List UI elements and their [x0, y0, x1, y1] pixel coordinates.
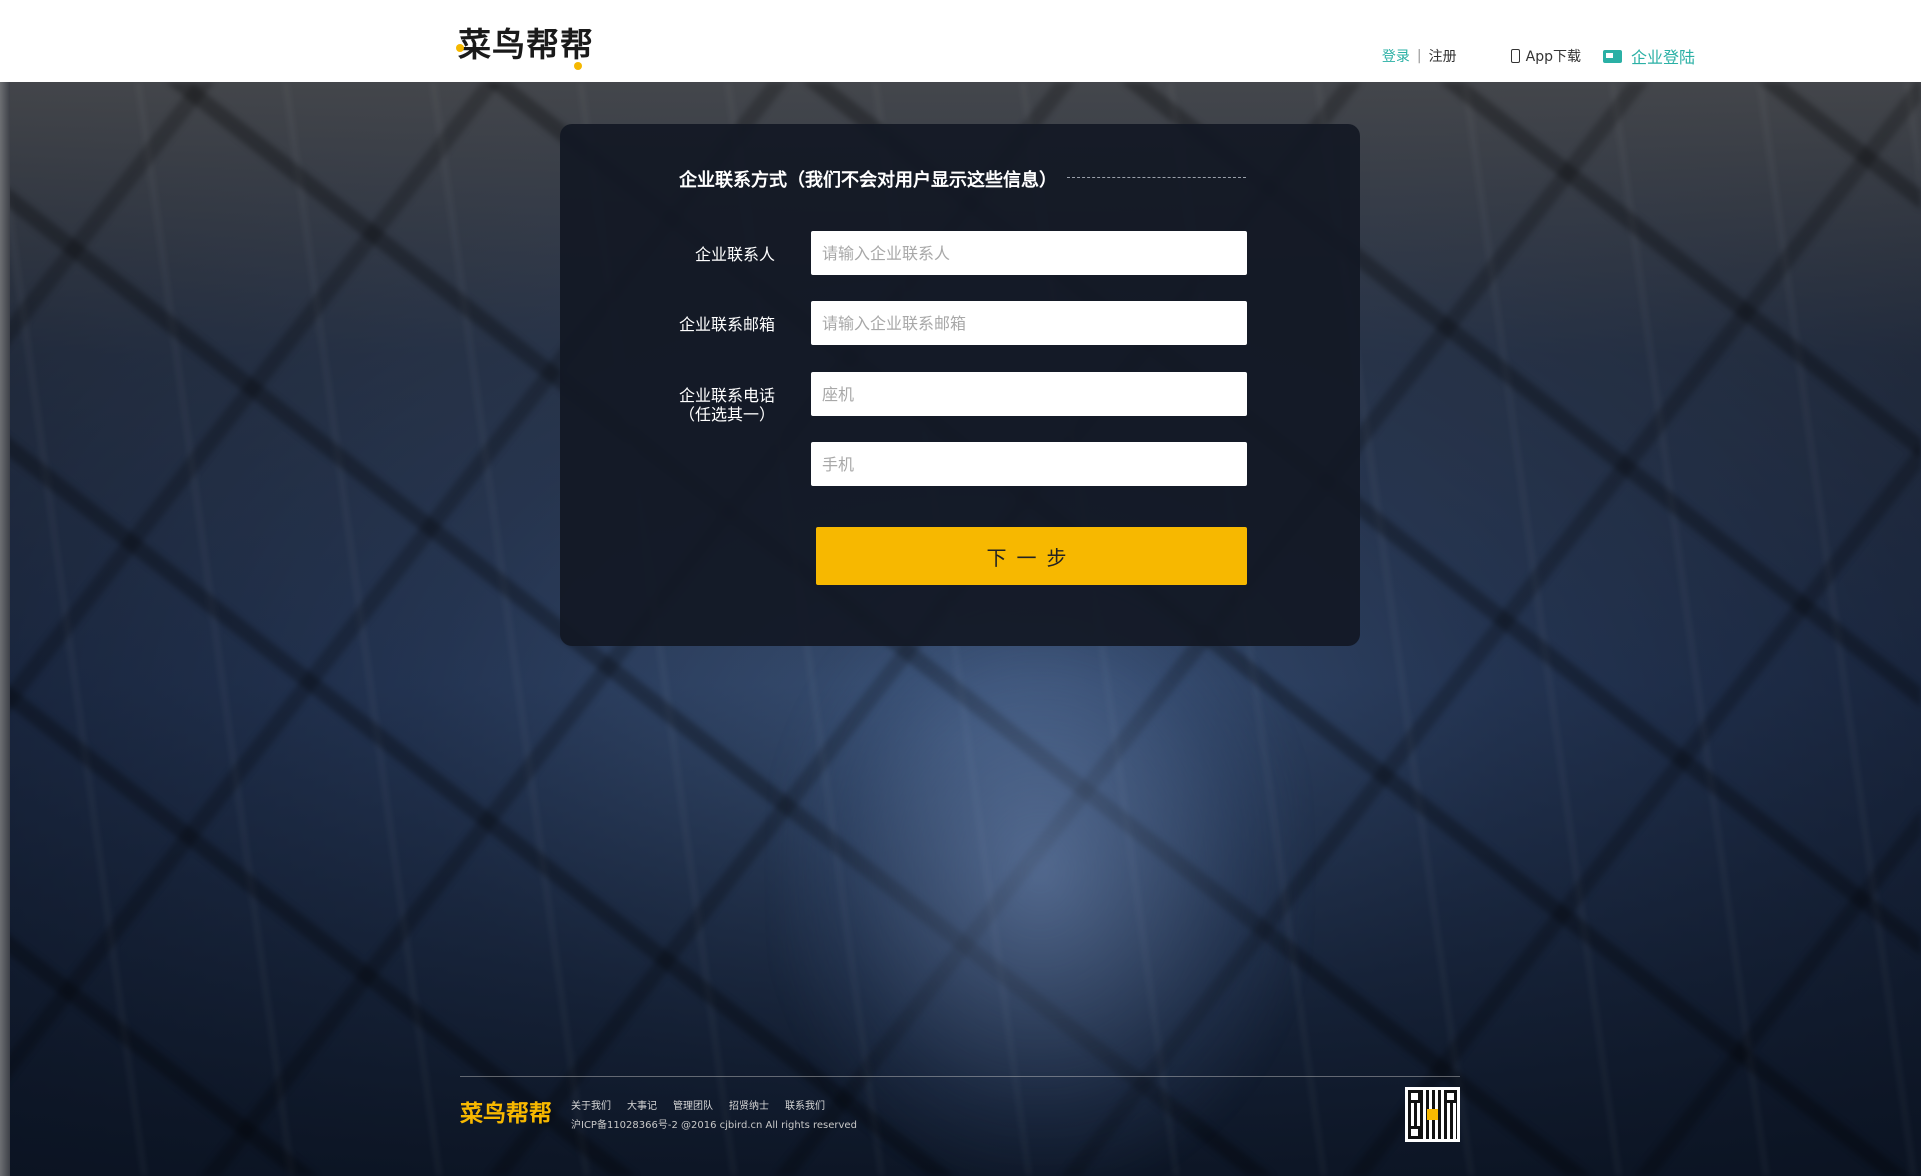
contact-person-label: 企业联系人: [694, 245, 775, 264]
footer-link-team[interactable]: 管理团队: [673, 1097, 713, 1112]
contact-phone-label: 企业联系电话 （任选其一）: [679, 386, 775, 424]
title-dashed-divider: [1067, 177, 1246, 178]
background-left-edge: [0, 82, 10, 1176]
contact-form-panel: 企业联系方式（我们不会对用户显示这些信息） 企业联系人 企业联系邮箱 企业联系电…: [560, 124, 1360, 646]
login-link[interactable]: 登录: [1382, 46, 1410, 66]
footer-divider: [460, 1076, 1460, 1077]
header: 菜鸟帮帮 登录 | 注册 App下载 企业登陆: [0, 0, 1921, 82]
nav-separator: |: [1416, 48, 1422, 64]
logo-text: 菜鸟帮帮: [458, 25, 594, 64]
logo-dot-icon: [456, 44, 464, 52]
contact-email-label: 企业联系邮箱: [678, 315, 775, 334]
landline-input[interactable]: [811, 372, 1247, 416]
app-download-link[interactable]: App下载: [1510, 46, 1581, 66]
logo-dot-icon: [574, 62, 582, 70]
contact-email-input[interactable]: [811, 301, 1247, 345]
mobile-input[interactable]: [811, 442, 1247, 486]
contact-phone-label-line2: （任选其一）: [678, 405, 775, 424]
header-nav: 登录 | 注册 App下载 企业登陆: [1382, 44, 1695, 68]
company-login-link[interactable]: 企业登陆: [1602, 44, 1695, 68]
footer-copyright: 沪ICP备11028366号-2 @2016 cjbird.cn All rig…: [571, 1120, 857, 1131]
footer-link-milestones[interactable]: 大事记: [627, 1097, 657, 1112]
phone-icon: [1510, 49, 1520, 63]
app-download-label: App下载: [1525, 49, 1581, 65]
next-step-button[interactable]: 下一步: [816, 527, 1247, 585]
form-title: 企业联系方式（我们不会对用户显示这些信息）: [679, 170, 1057, 191]
qr-code-icon: [1405, 1087, 1460, 1142]
footer-links: 关于我们 大事记 管理团队 招贤纳士 联系我们: [571, 1097, 841, 1112]
company-login-label: 企业登陆: [1630, 48, 1695, 67]
background-glow: [780, 562, 1300, 1176]
footer-link-careers[interactable]: 招贤纳士: [729, 1097, 769, 1112]
register-link[interactable]: 注册: [1429, 46, 1457, 66]
contact-phone-label-line1: 企业联系电话: [678, 386, 775, 405]
site-logo[interactable]: 菜鸟帮帮: [456, 18, 594, 70]
laptop-icon: [1602, 49, 1622, 63]
footer-logo[interactable]: 菜鸟帮帮: [460, 1094, 552, 1128]
footer-link-contact[interactable]: 联系我们: [785, 1097, 825, 1112]
footer-link-about[interactable]: 关于我们: [571, 1097, 611, 1112]
contact-person-input[interactable]: [811, 231, 1247, 275]
